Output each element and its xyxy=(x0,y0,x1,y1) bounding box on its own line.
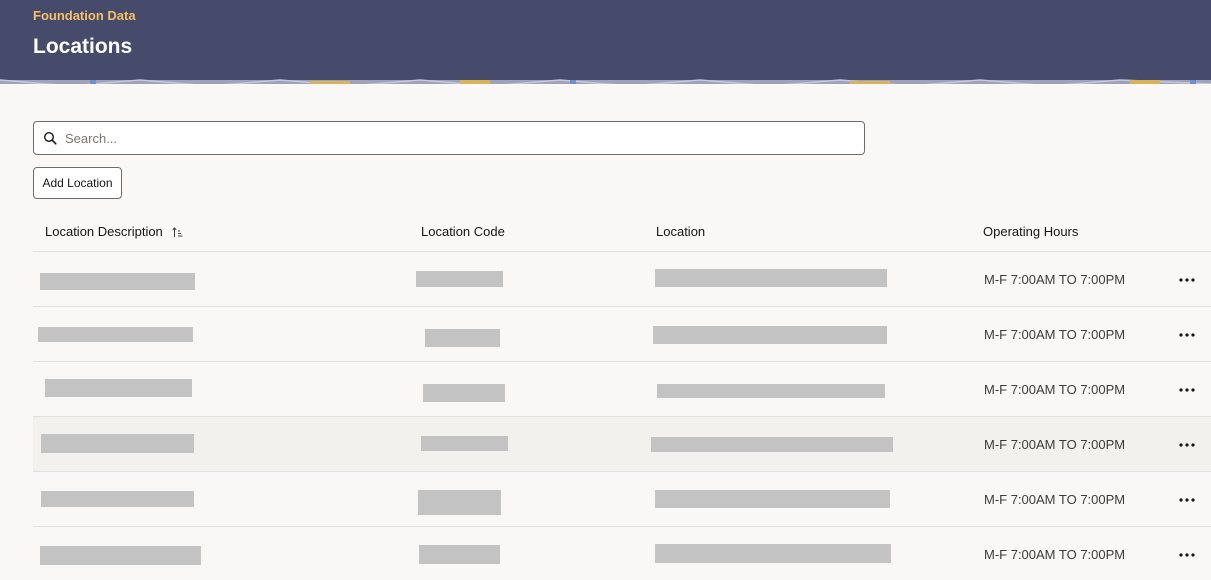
operating-hours: M-F 7:00AM TO 7:00PM xyxy=(984,272,1126,287)
redacted-code xyxy=(423,384,505,402)
column-header-location-code[interactable]: Location Code xyxy=(421,224,505,239)
more-horizontal-icon[interactable] xyxy=(1176,382,1198,398)
column-header-location[interactable]: Location xyxy=(656,224,705,239)
redacted-location xyxy=(657,384,885,398)
column-header-operating-hours[interactable]: Operating Hours xyxy=(983,224,1078,239)
search-icon xyxy=(43,131,57,145)
more-horizontal-icon[interactable] xyxy=(1176,437,1198,453)
redacted-location xyxy=(655,490,890,508)
operating-hours: M-F 7:00AM TO 7:00PM xyxy=(984,492,1126,507)
redacted-description xyxy=(40,546,201,565)
more-horizontal-icon[interactable] xyxy=(1176,327,1198,343)
header-decoration xyxy=(0,78,1211,84)
breadcrumb[interactable]: Foundation Data xyxy=(33,8,136,23)
table-row[interactable]: M-F 7:00AM TO 7:00PM xyxy=(33,416,1211,471)
redacted-location xyxy=(651,437,893,452)
redacted-code xyxy=(416,271,503,287)
redacted-code xyxy=(418,490,501,515)
add-location-button[interactable]: Add Location xyxy=(33,167,122,199)
page-header: Foundation Data Locations xyxy=(0,0,1211,84)
table-row[interactable]: M-F 7:00AM TO 7:00PM xyxy=(33,471,1211,526)
table-row[interactable]: M-F 7:00AM TO 7:00PM xyxy=(33,306,1211,361)
redacted-code xyxy=(421,436,508,451)
operating-hours: M-F 7:00AM TO 7:00PM xyxy=(984,547,1126,562)
redacted-location xyxy=(655,544,891,563)
operating-hours: M-F 7:00AM TO 7:00PM xyxy=(984,327,1126,342)
page-title: Locations xyxy=(33,35,133,58)
table-row[interactable]: M-F 7:00AM TO 7:00PM xyxy=(33,526,1211,580)
operating-hours: M-F 7:00AM TO 7:00PM xyxy=(984,437,1126,452)
redacted-description xyxy=(41,434,194,453)
more-horizontal-icon[interactable] xyxy=(1176,492,1198,508)
operating-hours: M-F 7:00AM TO 7:00PM xyxy=(984,382,1126,397)
redacted-description xyxy=(41,491,194,507)
redacted-description xyxy=(38,327,193,342)
table-row[interactable]: M-F 7:00AM TO 7:00PM xyxy=(33,361,1211,416)
sort-ascending-icon[interactable] xyxy=(172,227,183,238)
redacted-code xyxy=(419,545,500,564)
column-header-label: Location Description xyxy=(45,224,163,239)
table-row[interactable]: M-F 7:00AM TO 7:00PM xyxy=(33,251,1211,306)
column-header-location-description[interactable]: Location Description xyxy=(45,224,183,239)
redacted-description xyxy=(40,273,195,290)
search-box[interactable] xyxy=(33,121,865,155)
more-horizontal-icon[interactable] xyxy=(1176,547,1198,563)
redacted-location xyxy=(653,326,887,344)
more-horizontal-icon[interactable] xyxy=(1176,272,1198,288)
redacted-code xyxy=(425,329,500,347)
redacted-description xyxy=(45,379,192,397)
redacted-location xyxy=(655,269,887,287)
search-input[interactable] xyxy=(65,123,855,153)
